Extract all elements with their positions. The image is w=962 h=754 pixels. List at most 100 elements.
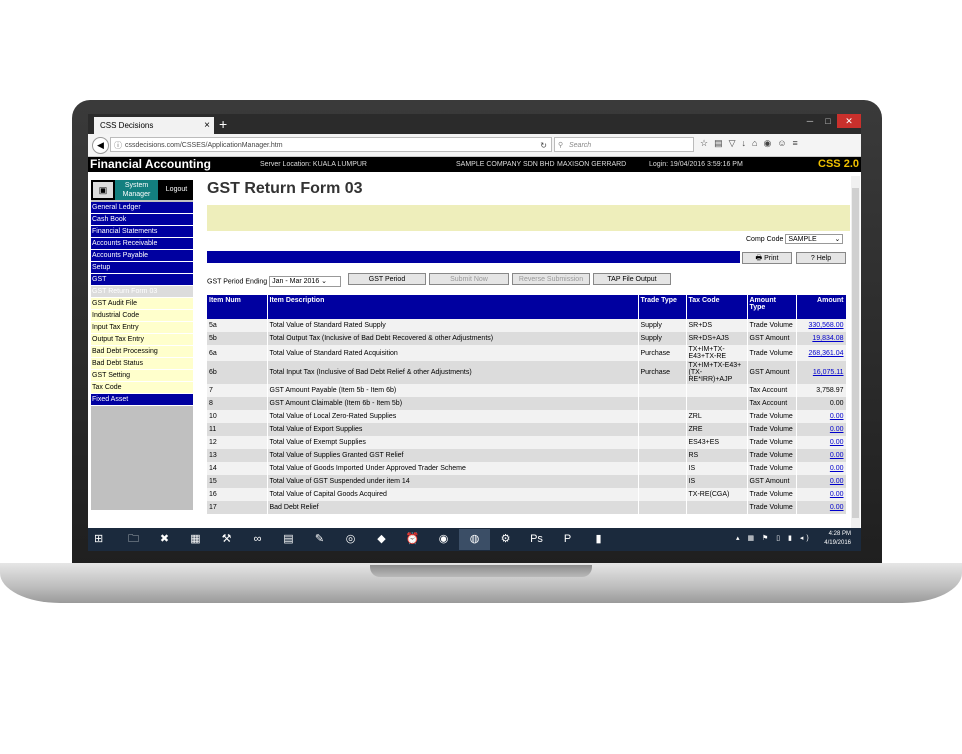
download-icon[interactable]: ↓ — [742, 138, 747, 149]
sidebar-item-accounts-payable[interactable]: Accounts Payable — [91, 250, 193, 262]
amount-cell[interactable]: 268,361.04 — [796, 345, 847, 361]
system-manager-button[interactable]: System Manager — [115, 180, 158, 200]
sidebar-item-general-ledger[interactable]: General Ledger — [91, 202, 193, 214]
sidebar-item-input-tax-entry[interactable]: Input Tax Entry — [91, 322, 193, 334]
submit-now-button[interactable]: Submit Now — [429, 273, 509, 285]
info-icon[interactable]: ⓘ — [114, 138, 122, 153]
back-icon[interactable]: ◀ — [92, 137, 109, 154]
item-num-cell: 16 — [207, 488, 268, 501]
file-explorer-icon[interactable]: 🗀 — [118, 529, 149, 550]
maximize-icon[interactable]: □ — [819, 114, 837, 128]
reading-list-icon[interactable]: ▤ — [714, 138, 723, 149]
tap-file-output-button[interactable]: TAP File Output — [593, 273, 671, 285]
sidebar-item-gst-return-form-03[interactable]: GST Return Form 03 — [91, 286, 193, 298]
sidebar-item-accounts-receivable[interactable]: Accounts Receivable — [91, 238, 193, 250]
amount-cell[interactable]: 0.00 — [796, 449, 847, 462]
sidebar-item-industrial-code[interactable]: Industrial Code — [91, 310, 193, 322]
sidebar-item-bad-debt-status[interactable]: Bad Debt Status — [91, 358, 193, 370]
document-icon[interactable]: ▤ — [273, 529, 304, 550]
new-tab-button[interactable]: + — [219, 114, 227, 134]
amount-cell[interactable]: 0.00 — [796, 436, 847, 449]
table-row: 8 GST Amount Claimable (Item 6b - Item 5b… — [207, 397, 847, 410]
amount-cell[interactable]: 0.00 — [796, 410, 847, 423]
pocket-icon[interactable]: ▽ — [729, 138, 736, 149]
page-title: GST Return Form 03 — [207, 180, 363, 197]
vertical-scrollbar[interactable] — [851, 176, 860, 529]
gst-period-button[interactable]: GST Period — [348, 273, 426, 285]
item-num-cell: 7 — [207, 384, 268, 397]
firefox-icon[interactable]: ◍ — [459, 529, 490, 550]
feather-icon[interactable]: ✎ — [304, 529, 335, 550]
sidebar-item-gst[interactable]: GST — [91, 274, 193, 286]
powerpoint-icon[interactable]: P — [552, 529, 583, 550]
sidebar-item-financial-statements[interactable]: Financial Statements — [91, 226, 193, 238]
reverse-submission-button[interactable]: Reverse Submission — [512, 273, 590, 285]
scrollbar-thumb[interactable] — [852, 188, 859, 518]
amount-type-cell: Tax Account — [747, 384, 797, 397]
browser-tab[interactable]: CSS Decisions × — [94, 117, 214, 134]
table-row: 5b Total Output Tax (Inclusive of Bad Deb… — [207, 332, 847, 345]
minimize-icon[interactable]: ─ — [801, 114, 819, 128]
close-window-icon[interactable]: ✕ — [837, 114, 861, 128]
amount-cell: 3,758.97 — [796, 384, 847, 397]
photoshop-icon[interactable]: Ps — [521, 529, 552, 550]
table-row: 5a Total Value of Standard Rated Supply Su… — [207, 319, 847, 332]
amount-type-cell: Trade Volume — [747, 488, 797, 501]
sidebar-item-cash-book[interactable]: Cash Book — [91, 214, 193, 226]
amount-cell[interactable]: 330,568.00 — [796, 319, 847, 332]
table-row: 17 Bad Debt Relief Trade Volume 0.00 — [207, 501, 847, 514]
item-description-cell: Total Value of Standard Rated Acquisitio… — [267, 345, 639, 361]
infinity-icon[interactable]: ∞ — [242, 529, 273, 550]
amount-cell[interactable]: 0.00 — [796, 423, 847, 436]
item-description-cell: Total Value of Local Zero-Rated Supplies — [267, 410, 639, 423]
tools-icon[interactable]: ⚒ — [211, 529, 242, 550]
logout-button[interactable]: Logout — [160, 180, 193, 200]
windows-start-icon[interactable]: ⊞ — [94, 533, 106, 545]
notepad-icon[interactable]: ▦ — [180, 529, 211, 550]
item-description-cell: Total Value of GST Suspended under item … — [267, 475, 639, 488]
address-bar[interactable]: ⓘ cssdecisions.com/CSSES/ApplicationMana… — [110, 137, 552, 152]
menu-icon[interactable]: ≡ — [793, 138, 798, 149]
amount-cell[interactable]: 0.00 — [796, 475, 847, 488]
amount-cell[interactable]: 0.00 — [796, 462, 847, 475]
item-num-cell: 14 — [207, 462, 268, 475]
reload-icon[interactable]: ↻ — [540, 138, 547, 153]
home-icon[interactable]: ⌂ — [752, 138, 757, 149]
sidebar-item-tax-code[interactable]: Tax Code — [91, 382, 193, 394]
sidebar-item-fixed-asset[interactable]: Fixed Asset — [91, 394, 193, 406]
sidebar-item-gst-setting[interactable]: GST Setting — [91, 370, 193, 382]
chat-icon[interactable]: ◉ — [763, 138, 771, 149]
alarm-icon[interactable]: ⏰ — [397, 529, 428, 550]
smiley-icon[interactable]: ☺ — [777, 138, 786, 149]
item-num-cell: 12 — [207, 436, 268, 449]
layers-icon[interactable]: ◆ — [366, 529, 397, 550]
search-icon: ⚲ — [558, 142, 564, 149]
print-button[interactable]: 🖶 Print — [742, 252, 792, 264]
clock[interactable]: 4:28 PM 4/19/2016 — [824, 530, 851, 548]
amount-cell[interactable]: 0.00 — [796, 501, 847, 514]
comp-code-select[interactable]: SAMPLE ⌄ — [785, 234, 844, 244]
trade-type-cell — [638, 423, 687, 436]
system-tray[interactable]: ▴ ▦ ⚑ ▯ ▮ ◂) — [736, 534, 812, 542]
tax-code-cell: ES43+ES — [686, 436, 748, 449]
sidebar-item-output-tax-entry[interactable]: Output Tax Entry — [91, 334, 193, 346]
sidebar-item-bad-debt-processing[interactable]: Bad Debt Processing — [91, 346, 193, 358]
help-button[interactable]: ? Help — [796, 252, 846, 264]
search-box[interactable]: ⚲ Search — [554, 137, 694, 152]
period-select[interactable]: Jan - Mar 2016 ⌄ — [269, 276, 342, 287]
amount-cell[interactable]: 19,834.08 — [796, 332, 847, 345]
close-tab-icon[interactable]: × — [204, 117, 210, 134]
table-row: 12 Total Value of Exempt Supplies ES43+ES T… — [207, 436, 847, 449]
amount-cell[interactable]: 16,075.11 — [796, 361, 847, 384]
android-icon[interactable]: ◎ — [335, 529, 366, 550]
trade-type-cell — [638, 475, 687, 488]
xampp-icon[interactable]: ✖ — [149, 529, 180, 550]
chrome-icon[interactable]: ◉ — [428, 529, 459, 550]
bookmark-star-icon[interactable]: ☆ — [700, 138, 708, 149]
settings-icon[interactable]: ⚙ — [490, 529, 521, 550]
sidebar-item-setup[interactable]: Setup — [91, 262, 193, 274]
tab-title: CSS Decisions — [100, 121, 154, 130]
amount-cell[interactable]: 0.00 — [796, 488, 847, 501]
sticky-notes-icon[interactable]: ▮ — [583, 529, 614, 550]
sidebar-item-gst-audit-file[interactable]: GST Audit File — [91, 298, 193, 310]
